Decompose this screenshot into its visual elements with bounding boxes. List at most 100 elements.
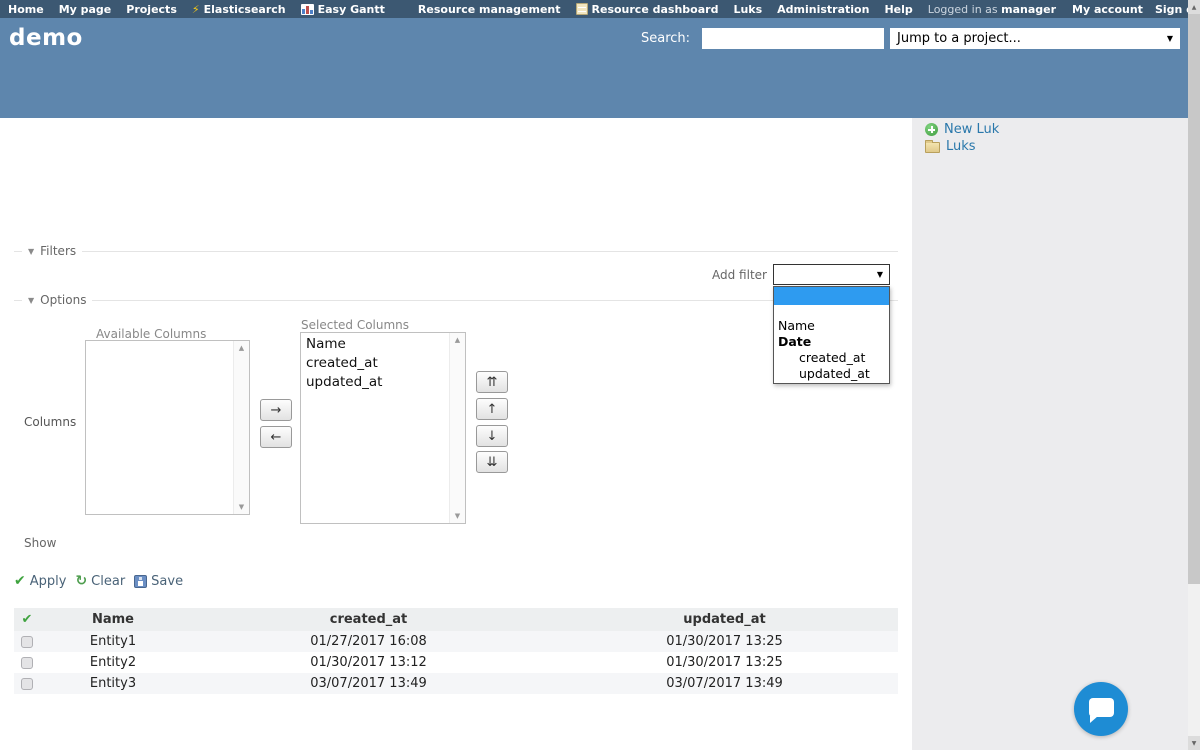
sidebar-item-new-luk[interactable]: New Luk	[925, 121, 1188, 138]
dropdown-option-created-at[interactable]: created_at	[774, 350, 889, 366]
cell-name: Entity3	[40, 673, 186, 694]
table-row: Entity3 03/07/2017 13:49 03/07/2017 13:4…	[14, 673, 898, 694]
scroll-up-icon[interactable]: ▲	[1188, 0, 1200, 14]
menu-easy-gantt[interactable]: Easy Gantt	[300, 3, 385, 16]
listbox-scrollbar[interactable]: ▲ ▼	[449, 333, 465, 523]
scroll-up-icon: ▲	[454, 336, 461, 344]
selected-columns-listbox[interactable]: Name created_at updated_at ▲ ▼	[300, 332, 466, 524]
sidebar: New Luk Luks	[912, 118, 1188, 750]
add-filter-select[interactable]: ▼	[773, 264, 890, 285]
table-header-row: ✔ Name created_at updated_at	[14, 608, 898, 631]
move-to-bottom-button[interactable]: ⇊	[476, 451, 508, 473]
dropdown-group-date: Date	[778, 334, 812, 349]
main-content: ▼ Filters Add filter ▼ Name Date created…	[0, 118, 912, 750]
options-legend-toggle[interactable]: ▼ Options	[22, 293, 93, 307]
collapse-arrow-icon: ▼	[28, 295, 35, 305]
move-to-top-button[interactable]: ⇈	[476, 371, 508, 393]
move-down-button[interactable]: ↓	[476, 425, 508, 447]
dropdown-option-empty-selected[interactable]	[774, 287, 889, 305]
row-checkbox[interactable]	[21, 656, 33, 669]
apply-button[interactable]: ✔ Apply	[14, 573, 66, 589]
scrollbar-thumb[interactable]	[1188, 14, 1200, 584]
table-row: Entity2 01/30/2017 13:12 01/30/2017 13:2…	[14, 652, 898, 673]
save-button[interactable]: Save	[134, 574, 183, 589]
show-label: Show	[24, 536, 57, 550]
menu-resource-management[interactable]: Resource management	[418, 3, 561, 16]
dashboard-icon	[575, 3, 588, 15]
page-scrollbar[interactable]: ▲ ▼	[1188, 0, 1200, 750]
available-columns-label: Available Columns	[96, 327, 207, 341]
columns-label: Columns	[24, 415, 77, 429]
check-icon: ✔	[21, 612, 33, 627]
menu-elasticsearch[interactable]: ⚡ Elasticsearch	[192, 3, 286, 16]
filter-actions: ✔ Apply ↻ Clear Save	[14, 573, 183, 589]
menu-luks[interactable]: Luks	[733, 3, 762, 16]
list-item[interactable]: updated_at	[306, 373, 447, 392]
chat-button[interactable]	[1074, 682, 1128, 736]
menu-resource-dashboard[interactable]: Resource dashboard	[575, 3, 718, 16]
listbox-scrollbar[interactable]: ▲ ▼	[233, 341, 249, 514]
entities-table: ✔ Name created_at updated_at Entity1 01/…	[14, 608, 898, 694]
dropdown-option-updated-at[interactable]: updated_at	[774, 366, 889, 382]
list-item[interactable]: Name	[306, 335, 447, 354]
dropdown-option-empty[interactable]	[774, 305, 889, 318]
table-row: Entity1 01/27/2017 16:08 01/30/2017 13:2…	[14, 631, 898, 652]
selected-columns-items: Name created_at updated_at	[306, 335, 447, 392]
menu-my-page[interactable]: My page	[59, 3, 112, 16]
chat-bubble-icon	[1089, 698, 1114, 723]
top-menu-bar: Home My page Projects ⚡ Elasticsearch Ea…	[0, 0, 1200, 18]
check-icon: ✔	[14, 573, 26, 589]
dropdown-option-name[interactable]: Name	[774, 318, 889, 334]
clear-button[interactable]: ↻ Clear	[75, 573, 125, 589]
add-filter-dropdown-list: Name Date created_at updated_at	[773, 286, 890, 384]
cell-updated-at: 01/30/2017 13:25	[551, 652, 898, 673]
gantt-chart-icon	[300, 3, 314, 15]
scroll-down-icon[interactable]: ▼	[1188, 736, 1200, 750]
cell-name: Entity2	[40, 652, 186, 673]
my-account-link[interactable]: My account	[1072, 3, 1143, 16]
reload-icon: ↻	[75, 573, 88, 589]
search-input[interactable]	[702, 28, 884, 49]
page-header: demo Search: Jump to a project... ▼	[0, 18, 1188, 118]
column-header-created-at[interactable]: created_at	[186, 608, 551, 631]
menu-home[interactable]: Home	[8, 3, 44, 16]
cell-updated-at: 03/07/2017 13:49	[551, 673, 898, 694]
row-checkbox[interactable]	[21, 677, 33, 690]
page-title: demo	[9, 25, 83, 51]
username: manager	[1001, 2, 1057, 16]
filters-legend-toggle[interactable]: ▼ Filters	[22, 244, 83, 258]
chevron-down-icon: ▼	[876, 270, 883, 279]
lightning-icon: ⚡	[191, 2, 200, 16]
sidebar-item-luks[interactable]: Luks	[925, 138, 1188, 155]
logged-in-status: Logged in as manager	[927, 2, 1057, 16]
select-all-header[interactable]: ✔	[14, 608, 40, 631]
move-left-button[interactable]: ←	[260, 426, 292, 448]
cell-created-at: 03/07/2017 13:49	[186, 673, 551, 694]
menu-administration[interactable]: Administration	[777, 3, 869, 16]
selected-columns-label: Selected Columns	[301, 318, 410, 332]
menu-help[interactable]: Help	[884, 3, 912, 16]
cell-name: Entity1	[40, 631, 186, 652]
scroll-down-icon: ▼	[454, 512, 461, 520]
options-fieldset-line	[14, 300, 898, 301]
chevron-down-icon: ▼	[1166, 34, 1173, 43]
cell-created-at: 01/30/2017 13:12	[186, 652, 551, 673]
search-label: Search:	[641, 31, 691, 46]
save-floppy-icon	[134, 574, 148, 588]
move-up-button[interactable]: ↑	[476, 398, 508, 420]
cell-created-at: 01/27/2017 16:08	[186, 631, 551, 652]
folder-icon	[925, 140, 940, 153]
menu-projects[interactable]: Projects	[126, 3, 177, 16]
available-columns-listbox[interactable]: ▲ ▼	[85, 340, 250, 515]
cell-updated-at: 01/30/2017 13:25	[551, 631, 898, 652]
add-icon	[925, 123, 938, 136]
scroll-down-icon: ▼	[238, 503, 245, 511]
scroll-up-icon: ▲	[238, 344, 245, 352]
list-item[interactable]: created_at	[306, 354, 447, 373]
jump-to-project-select[interactable]: Jump to a project... ▼	[890, 28, 1180, 49]
filters-fieldset-line	[14, 251, 898, 252]
column-header-updated-at[interactable]: updated_at	[551, 608, 898, 631]
row-checkbox[interactable]	[21, 635, 33, 648]
column-header-name[interactable]: Name	[40, 608, 186, 631]
move-right-button[interactable]: →	[260, 399, 292, 421]
